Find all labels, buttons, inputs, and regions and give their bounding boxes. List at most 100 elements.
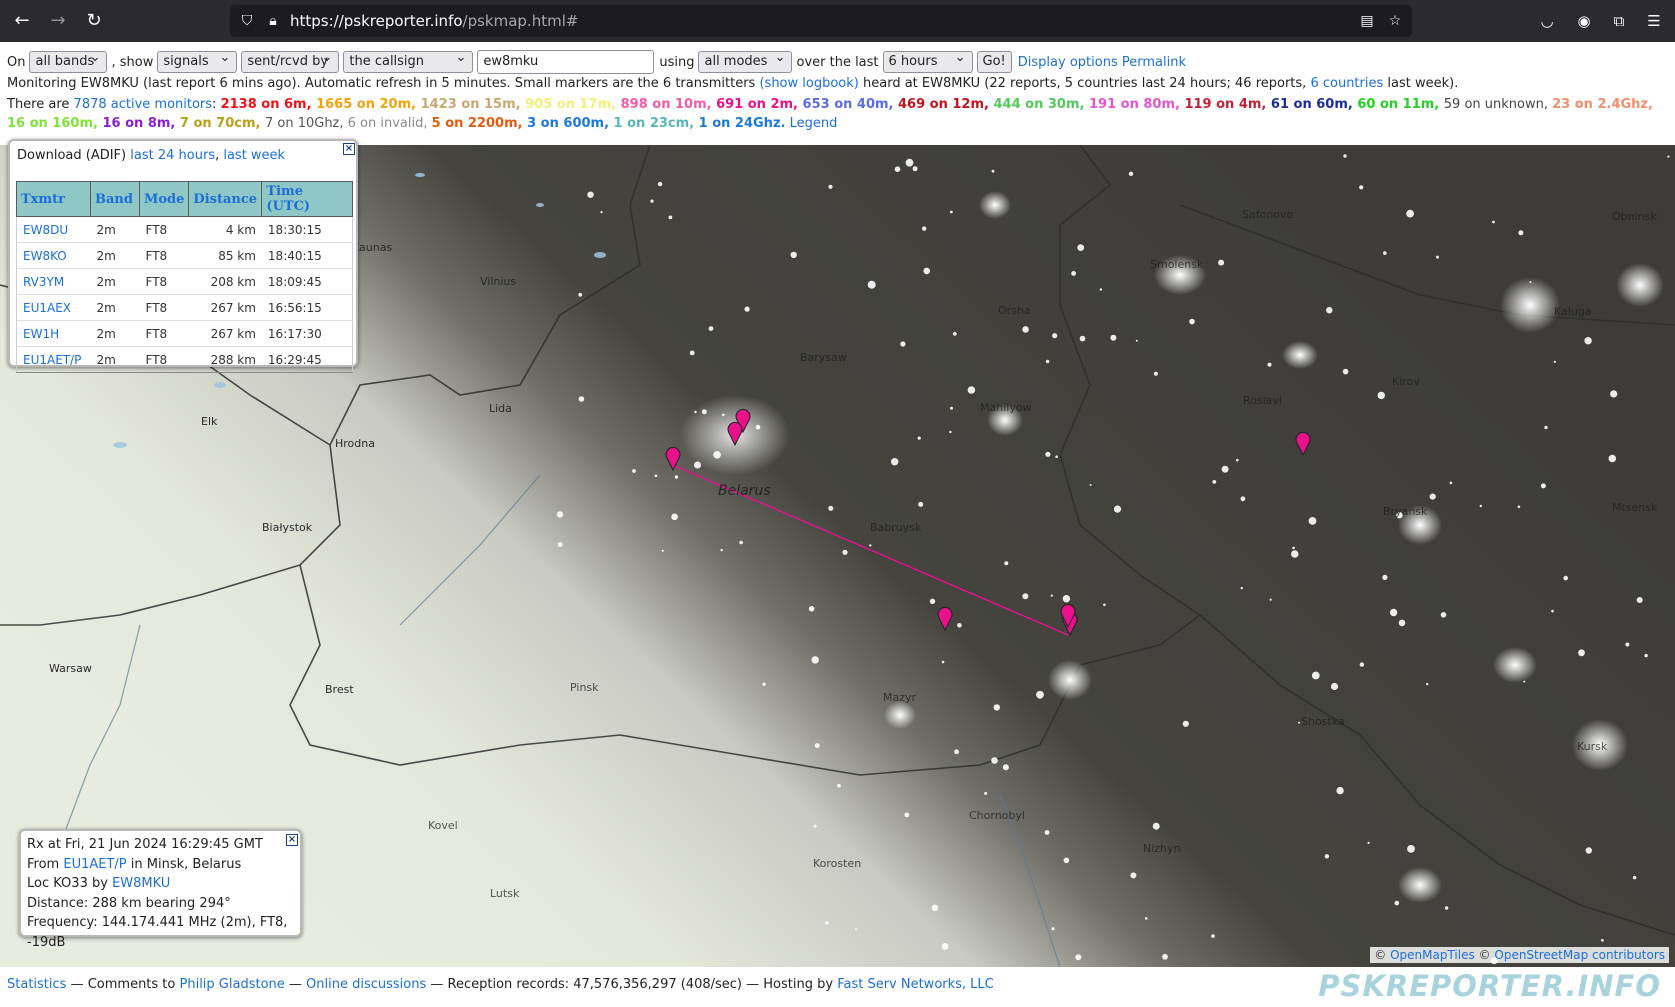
band-count: 1 on 24Ghz. bbox=[698, 116, 786, 131]
monitoring-status: Monitoring EW8MKU (last report 6 mins ag… bbox=[7, 76, 1459, 91]
band-count: 1665 on 20m, bbox=[316, 97, 421, 112]
town-light bbox=[825, 921, 829, 925]
town-light bbox=[1383, 251, 1387, 255]
town-light bbox=[600, 211, 603, 214]
town-light bbox=[1311, 671, 1320, 680]
osm-contributors-link[interactable]: OpenStreetMap contributors bbox=[1494, 948, 1665, 962]
close-icon[interactable]: × bbox=[343, 143, 355, 155]
footer: Statistics — Comments to Philip Gladston… bbox=[7, 977, 994, 992]
reception-popup: × Rx at Fri, 21 Jun 2024 16:29:45 GMT Fr… bbox=[19, 829, 302, 950]
town-light bbox=[1578, 649, 1585, 657]
town-light bbox=[1625, 642, 1630, 647]
author-link[interactable]: Philip Gladstone bbox=[180, 977, 285, 992]
town-light bbox=[957, 623, 962, 628]
band-select[interactable]: all bands bbox=[29, 48, 108, 73]
transmitter-link[interactable]: EU1AEX bbox=[23, 301, 71, 315]
town-light bbox=[1343, 154, 1347, 158]
transmitter-link[interactable]: EW1H bbox=[23, 327, 59, 341]
star-icon[interactable]: ☆ bbox=[1386, 12, 1404, 30]
town-light bbox=[1632, 875, 1637, 880]
extensions-icon[interactable]: ⧉ bbox=[1608, 10, 1630, 32]
town-light bbox=[1267, 362, 1272, 367]
mode-select[interactable]: all modes bbox=[698, 48, 793, 73]
town-light bbox=[1099, 288, 1103, 291]
openmaptiles-link[interactable]: OpenMapTiles bbox=[1390, 948, 1475, 962]
town-light bbox=[1135, 339, 1138, 342]
band-count: 1 on 23cm, bbox=[613, 116, 699, 131]
town-light bbox=[1436, 255, 1439, 259]
url-text[interactable]: https://pskreporter.info/pskmap.html# bbox=[290, 12, 578, 30]
place-label-mahilyow: Mahilyow bbox=[980, 401, 1032, 414]
download-header: Download (ADIF) last 24 hours, last week bbox=[17, 148, 286, 163]
town-light bbox=[1292, 546, 1295, 550]
url-bar[interactable]: ⛉ 🔒︎ https://pskreporter.info/pskmap.htm… bbox=[230, 5, 1412, 37]
signals-select[interactable]: signals bbox=[157, 48, 238, 73]
go-button[interactable]: Go! bbox=[976, 51, 1012, 73]
place-label-kirov: Kirov bbox=[1392, 375, 1420, 388]
site-logo: PSKREPORTER.INFO bbox=[1318, 969, 1661, 1003]
band-count: 691 on 2m, bbox=[716, 97, 803, 112]
active-monitors-link[interactable]: 7878 active monitors bbox=[74, 97, 213, 112]
period-select[interactable]: 6 hours bbox=[882, 48, 973, 73]
town-light bbox=[949, 430, 952, 434]
band-count: 23 on 2.4Ghz, bbox=[1552, 97, 1653, 112]
popup-receiver-call-link[interactable]: EW8MKU bbox=[112, 876, 170, 891]
band-count: 61 on 60m, bbox=[1270, 97, 1358, 112]
download-24h-link[interactable]: last 24 hours bbox=[130, 148, 215, 163]
place-label-bialystok: Białystok bbox=[262, 521, 313, 534]
country-label-belarus: Belarus bbox=[718, 483, 771, 499]
permalink-link[interactable]: Permalink bbox=[1122, 55, 1186, 70]
statistics-link[interactable]: Statistics bbox=[7, 977, 66, 992]
col-time[interactable]: Time (UTC) bbox=[261, 181, 354, 217]
direction-select[interactable]: sent/rcvd by bbox=[241, 48, 340, 73]
town-light bbox=[1382, 574, 1388, 580]
popup-from-call-link[interactable]: EU1AET/P bbox=[63, 857, 126, 872]
transmitter-link[interactable]: EW8KO bbox=[23, 249, 67, 263]
town-light bbox=[1389, 608, 1398, 617]
hosting-link[interactable]: Fast Serv Networks, LLC bbox=[837, 977, 994, 992]
town-light bbox=[1644, 653, 1648, 658]
show-logbook-link[interactable]: (show logbook) bbox=[759, 76, 858, 91]
hamburger-menu-icon[interactable]: ☰ bbox=[1643, 10, 1665, 32]
town-light bbox=[722, 413, 725, 417]
col-distance[interactable]: Distance bbox=[188, 181, 263, 217]
online-discussions-link[interactable]: Online discussions bbox=[306, 977, 426, 992]
town-light bbox=[1394, 900, 1400, 906]
display-options-link[interactable]: Display options bbox=[1018, 55, 1118, 70]
band-count: 444 on 30m, bbox=[993, 97, 1089, 112]
town-light bbox=[922, 226, 927, 231]
town-light bbox=[701, 409, 707, 415]
place-label-lutsk: Lutsk bbox=[490, 887, 520, 900]
legend-link[interactable]: Legend bbox=[790, 116, 838, 131]
pocket-icon[interactable]: ◡ bbox=[1536, 10, 1558, 32]
transmitter-link[interactable]: EU1AET/P bbox=[23, 353, 81, 367]
town-light bbox=[1584, 337, 1592, 345]
town-light bbox=[661, 549, 664, 552]
col-band[interactable]: Band bbox=[90, 181, 140, 217]
forward-arrow-icon[interactable]: → bbox=[46, 9, 70, 33]
back-arrow-icon[interactable]: ← bbox=[10, 9, 34, 33]
town-light bbox=[950, 210, 953, 214]
band-count: 16 on 160m, bbox=[7, 116, 103, 131]
close-icon[interactable]: × bbox=[286, 834, 298, 846]
town-light bbox=[1326, 307, 1333, 314]
account-icon[interactable]: ◉ bbox=[1573, 10, 1595, 32]
countries-link[interactable]: 6 countries bbox=[1310, 76, 1383, 91]
target-select[interactable]: the callsign bbox=[343, 48, 474, 73]
download-week-link[interactable]: last week bbox=[223, 148, 285, 163]
col-mode[interactable]: Mode bbox=[138, 181, 190, 217]
reload-icon[interactable]: ↻ bbox=[82, 9, 106, 33]
table-row: EW8KO 2m FT8 85 km 18:40:15 bbox=[16, 242, 354, 269]
town-light bbox=[1182, 720, 1189, 727]
reader-view-icon[interactable]: ▤ bbox=[1358, 12, 1376, 30]
town-light bbox=[632, 469, 636, 473]
col-txmtr[interactable]: Txmtr bbox=[16, 181, 91, 217]
place-label-roslavl: Roslavl bbox=[1243, 394, 1282, 407]
shield-icon[interactable]: ⛉ bbox=[238, 12, 256, 30]
town-light bbox=[952, 332, 957, 336]
callsign-input[interactable]: ew8mku bbox=[477, 50, 655, 74]
town-light bbox=[762, 682, 766, 686]
transmitter-link[interactable]: RV3YM bbox=[23, 275, 64, 289]
transmitter-link[interactable]: EW8DU bbox=[23, 223, 68, 237]
lock-icon[interactable]: 🔒︎ bbox=[264, 12, 282, 30]
